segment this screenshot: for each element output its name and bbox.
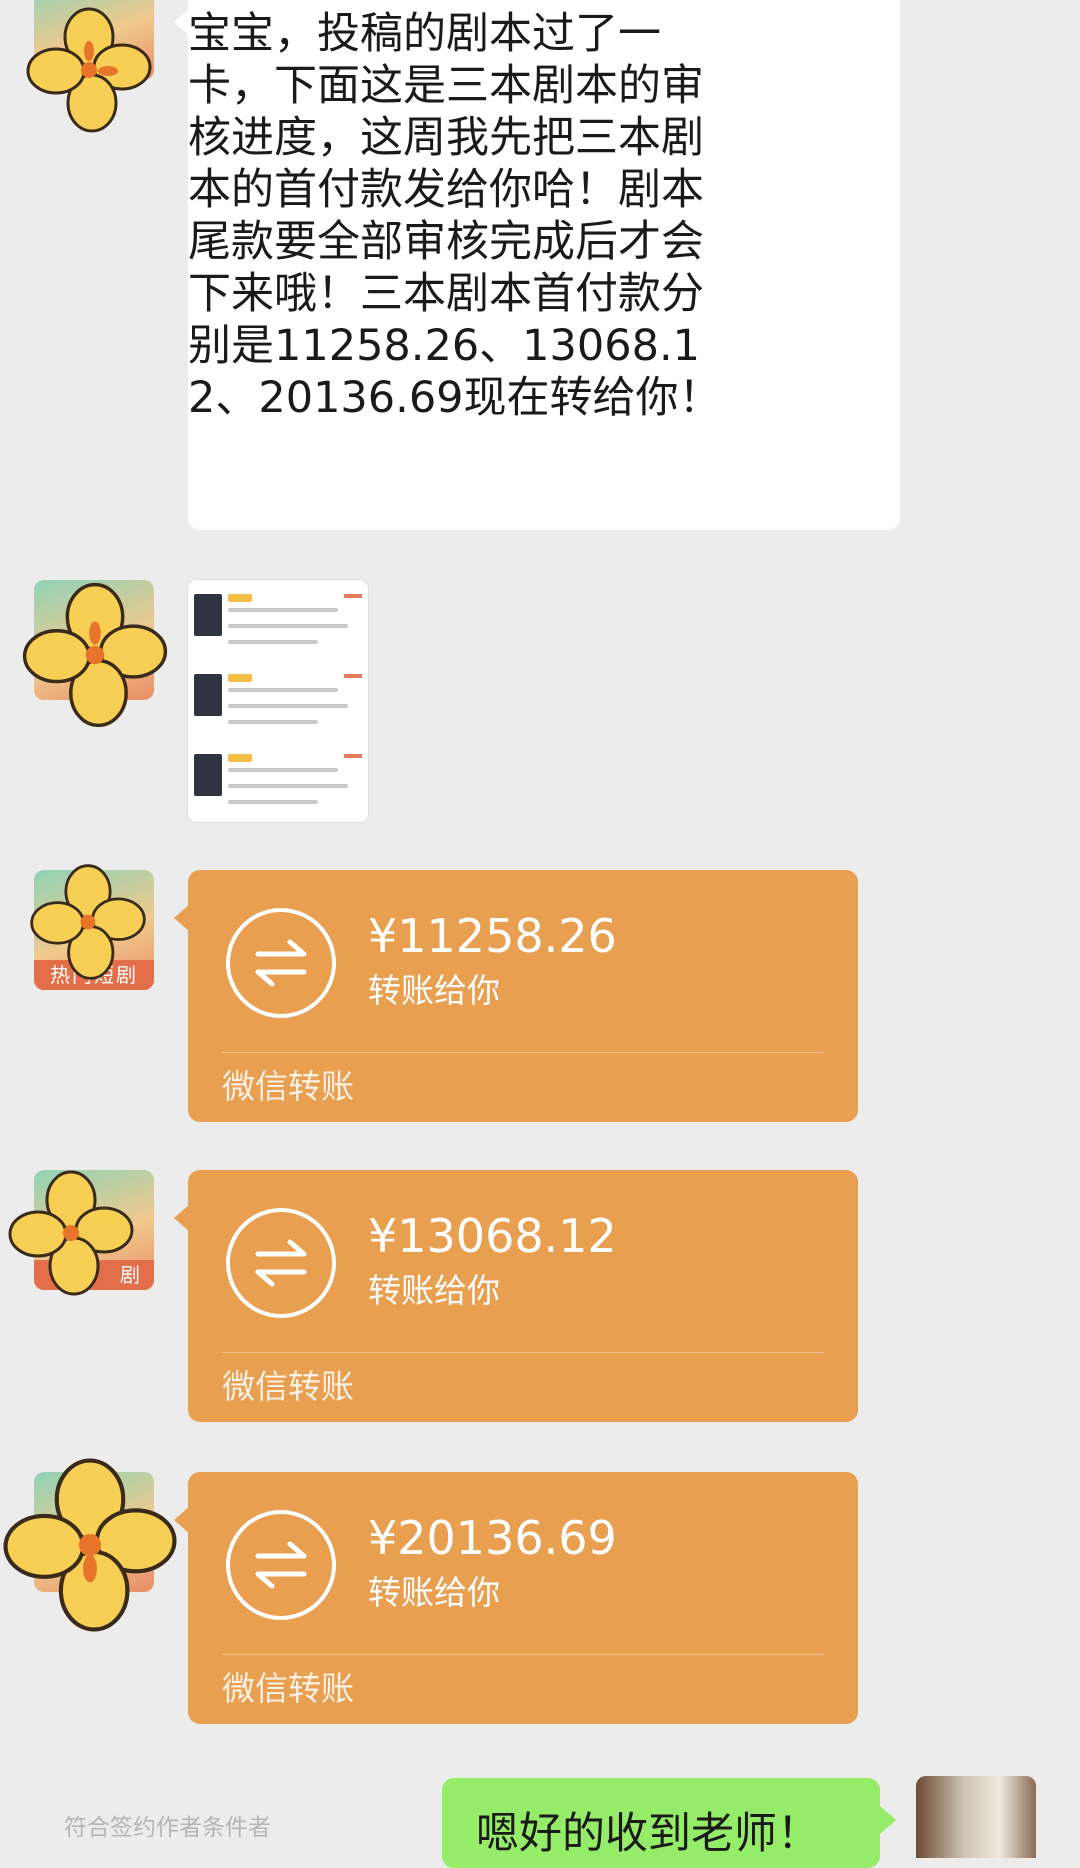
reply-bubble-arrow	[880, 1806, 896, 1834]
user-avatar[interactable]	[916, 1776, 1036, 1858]
thumb-row	[194, 586, 362, 660]
transfer-footer: 微信转账	[222, 1367, 354, 1406]
transfer-subtitle: 转账给你	[368, 971, 500, 1010]
flower-sticker-icon	[30, 864, 146, 980]
reply-message: 嗯好的收到老师！	[476, 1809, 820, 1859]
transfer-arrows-icon	[226, 1208, 336, 1318]
transfer-footer: 微信转账	[222, 1669, 354, 1708]
divider	[222, 1352, 824, 1353]
thumb-row	[194, 746, 362, 820]
transfer-subtitle: 转账给你	[368, 1573, 500, 1612]
flower-sticker-icon	[3, 1458, 177, 1632]
watermark-text: 符合签约作者条件者	[64, 1815, 271, 1841]
reply-message-bubble[interactable]: 嗯好的收到老师！	[442, 1778, 880, 1868]
review-progress-image[interactable]	[188, 580, 368, 822]
thumb-row	[194, 666, 362, 740]
transfer-amount: ¥20136.69	[368, 1511, 617, 1565]
flower-sticker-icon	[8, 1170, 134, 1296]
transfer-arrows-icon	[226, 1510, 336, 1620]
transfer-amount: ¥13068.12	[368, 1209, 617, 1263]
divider	[222, 1052, 824, 1053]
text-message: 宝宝，投稿的剧本过了一卡，下面这是三本剧本的审核进度，这周我先把三本剧本的首付款…	[188, 9, 722, 423]
flower-sticker-icon	[22, 582, 168, 728]
transfer-card[interactable]: ¥11258.26 转账给你 微信转账	[174, 870, 858, 1122]
transfer-arrows-icon	[226, 908, 336, 1018]
transfer-subtitle: 转账给你	[368, 1271, 500, 1310]
transfer-footer: 微信转账	[222, 1067, 354, 1106]
transfer-card[interactable]: ¥13068.12 转账给你 微信转账	[174, 1170, 858, 1422]
transfer-amount: ¥11258.26	[368, 909, 617, 963]
transfer-card[interactable]: ¥20136.69 转账给你 微信转账	[174, 1472, 858, 1724]
flower-sticker-icon	[26, 7, 152, 133]
divider	[222, 1654, 824, 1655]
